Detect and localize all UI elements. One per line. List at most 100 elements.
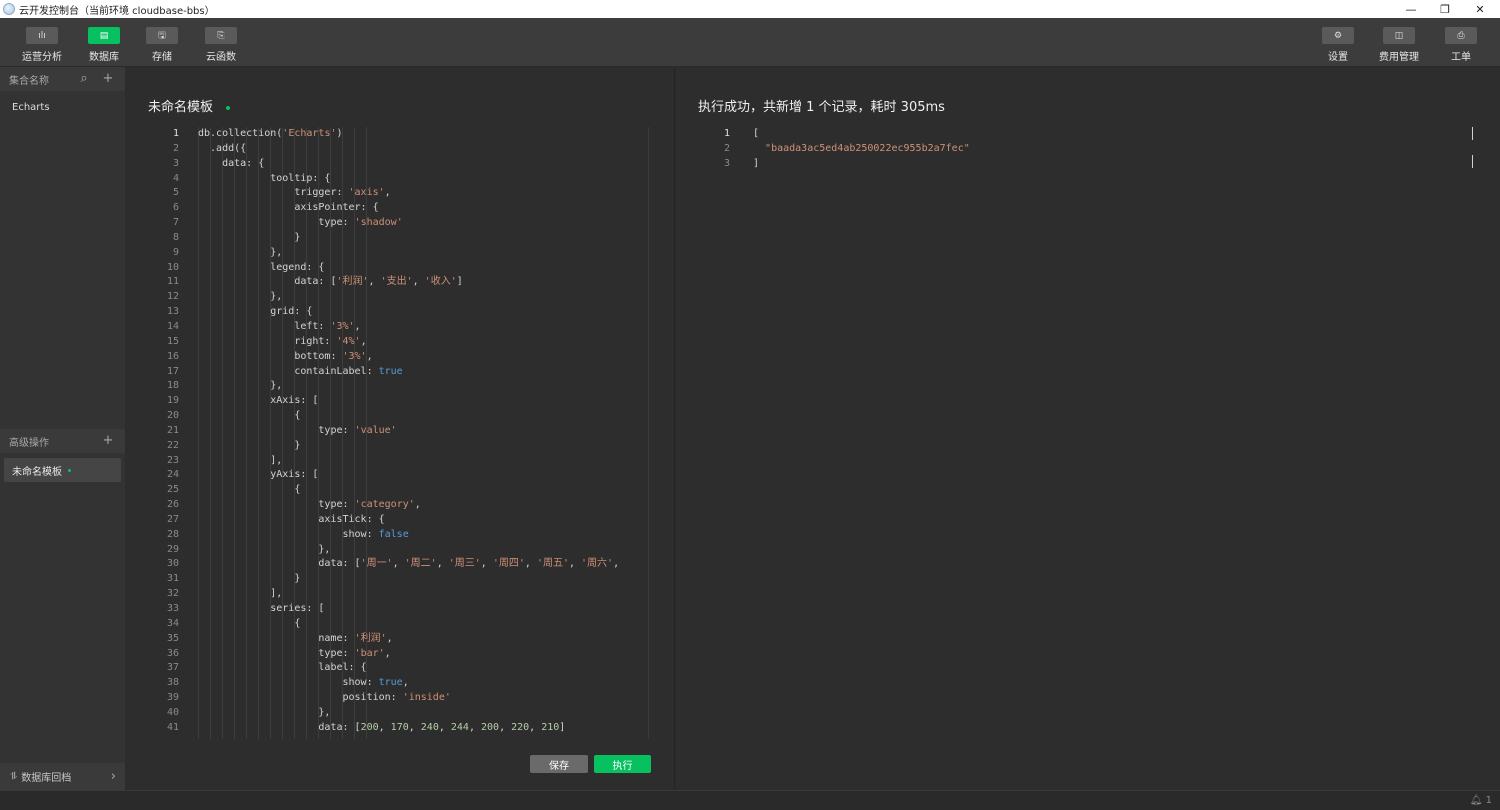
- editor-line: 9 },: [155, 246, 653, 261]
- database-button[interactable]: ▤ 数据库: [80, 27, 128, 63]
- line-content: [: [753, 127, 759, 142]
- editor-line: 34 {: [155, 617, 653, 632]
- query-editor-pane: 未命名模板 1 db.collection('Echarts') 2 .add({3…: [125, 67, 675, 790]
- gear-icon: ⚙: [1322, 27, 1354, 44]
- cloud-function-button[interactable]: ⎘ 云函数: [197, 27, 245, 63]
- line-content: data: ['周一', '周二', '周三', '周四', '周五', '周六…: [198, 557, 619, 572]
- editor-line: 20 {: [155, 409, 653, 424]
- editor-line: 41 data: [200, 170, 240, 244, 200, 220, …: [155, 721, 653, 736]
- line-number: 26: [166, 499, 179, 511]
- line-number: 24: [166, 469, 179, 481]
- result-scroll-marker: [1472, 155, 1473, 168]
- template-title: 未命名模板: [148, 96, 231, 115]
- storage-button[interactable]: 🖫 存储: [138, 27, 186, 63]
- template-item-untitled[interactable]: 未命名模板: [4, 458, 121, 482]
- code-token: yAxis: [: [198, 469, 319, 481]
- search-icon[interactable]: ⌕: [77, 72, 91, 86]
- line-content: {: [198, 617, 300, 632]
- database-rollback-button[interactable]: ⥮ 数据库回档 ›: [0, 763, 125, 790]
- code-token: ,: [384, 647, 391, 659]
- minimize-button[interactable]: —: [1393, 0, 1429, 18]
- code-token: '4%': [336, 335, 361, 347]
- line-number: 2: [172, 142, 179, 154]
- line-number: 3: [723, 157, 730, 169]
- result-output[interactable]: 1[2 "baada3ac5ed4ab250022ec955b2a7fec" 3]: [706, 127, 970, 172]
- line-content: }: [198, 439, 300, 454]
- line-content: show: true,: [198, 676, 409, 691]
- code-token: ,: [436, 558, 449, 570]
- code-editor[interactable]: 1 db.collection('Echarts') 2 .add({3 data:…: [155, 127, 653, 739]
- line-content: grid: {: [198, 305, 312, 320]
- line-number: 23: [166, 454, 179, 466]
- code-token: data: {: [198, 157, 265, 169]
- code-token: grid: {: [198, 306, 313, 318]
- code-token: 210: [541, 721, 560, 733]
- code-token: '周四': [492, 558, 525, 570]
- code-token: '利润': [336, 276, 369, 288]
- ticket-icon: ⎙: [1445, 27, 1477, 44]
- editor-line: 29 },: [155, 543, 653, 558]
- code-token: show:: [198, 528, 379, 540]
- line-number: 19: [166, 395, 179, 407]
- editor-line: 2 .add({: [155, 142, 653, 157]
- analytics-label: 运营分析: [22, 52, 62, 63]
- editor-line: 21 type: 'value': [155, 424, 653, 439]
- add-collection-icon[interactable]: +: [101, 72, 115, 86]
- code-token: },: [198, 246, 283, 258]
- save-button[interactable]: 保存: [530, 755, 588, 773]
- code-token: .add({: [198, 142, 247, 154]
- code-token: }: [198, 439, 301, 451]
- line-content: "baada3ac5ed4ab250022ec955b2a7fec": [753, 142, 970, 157]
- code-token: ,: [384, 187, 391, 199]
- code-token: type:: [198, 424, 355, 436]
- line-content: axisPointer: {: [198, 201, 378, 216]
- code-token: db.collection(: [198, 128, 283, 139]
- code-token: ,: [402, 677, 409, 689]
- editor-line: 26 type: 'category',: [155, 498, 653, 513]
- editor-scrollbar[interactable]: [648, 127, 649, 739]
- code-token: position:: [198, 692, 403, 704]
- line-content: name: '利润',: [198, 632, 392, 647]
- code-token: '支出': [380, 276, 413, 288]
- line-number: 38: [166, 677, 179, 689]
- run-button[interactable]: 执行: [594, 755, 651, 773]
- collection-item-echarts[interactable]: Echarts: [0, 102, 125, 113]
- code-token: '利润': [354, 632, 387, 644]
- ticket-label: 工单: [1451, 52, 1471, 63]
- code-token: false: [378, 528, 409, 540]
- editor-line: 30 data: ['周一', '周二', '周三', '周四', '周五', …: [155, 557, 653, 572]
- ticket-button[interactable]: ⎙ 工单: [1437, 27, 1485, 63]
- code-token: xAxis: [: [198, 395, 319, 407]
- code-token: ],: [198, 588, 283, 600]
- code-token: },: [198, 380, 283, 392]
- code-token: ,: [414, 499, 421, 511]
- line-number: 35: [166, 632, 179, 644]
- close-button[interactable]: ✕: [1462, 0, 1498, 18]
- editor-line: 5 trigger: 'axis',: [155, 186, 653, 201]
- code-token: ,: [378, 721, 391, 733]
- window-title: 云开发控制台（当前环境 cloudbase-bbs）: [19, 5, 215, 17]
- add-template-icon[interactable]: +: [101, 434, 115, 448]
- code-token: ,: [368, 276, 381, 288]
- editor-line: 27 axisTick: {: [155, 513, 653, 528]
- analytics-button[interactable]: ılı 运营分析: [18, 27, 66, 63]
- code-token: },: [198, 291, 283, 303]
- line-content: show: false: [198, 528, 409, 543]
- code-token: },: [198, 543, 331, 555]
- code-token: ,: [392, 558, 405, 570]
- line-number: 37: [166, 662, 179, 674]
- code-token: 200: [481, 721, 500, 733]
- editor-line: 1 db.collection('Echarts'): [155, 127, 653, 142]
- line-number: 22: [166, 439, 179, 451]
- notification-button[interactable]: 🔔︎ 1: [1470, 795, 1492, 806]
- code-token: ,: [360, 335, 367, 347]
- code-token: {: [198, 410, 301, 422]
- restore-button[interactable]: ❐: [1427, 0, 1463, 18]
- code-token: 240: [420, 721, 439, 733]
- settings-button[interactable]: ⚙ 设置: [1314, 27, 1362, 63]
- line-number: 32: [166, 588, 179, 600]
- billing-button[interactable]: ◫ 费用管理: [1375, 27, 1423, 63]
- line-number: 34: [166, 617, 179, 629]
- editor-line: 11 data: ['利润', '支出', '收入']: [155, 275, 653, 290]
